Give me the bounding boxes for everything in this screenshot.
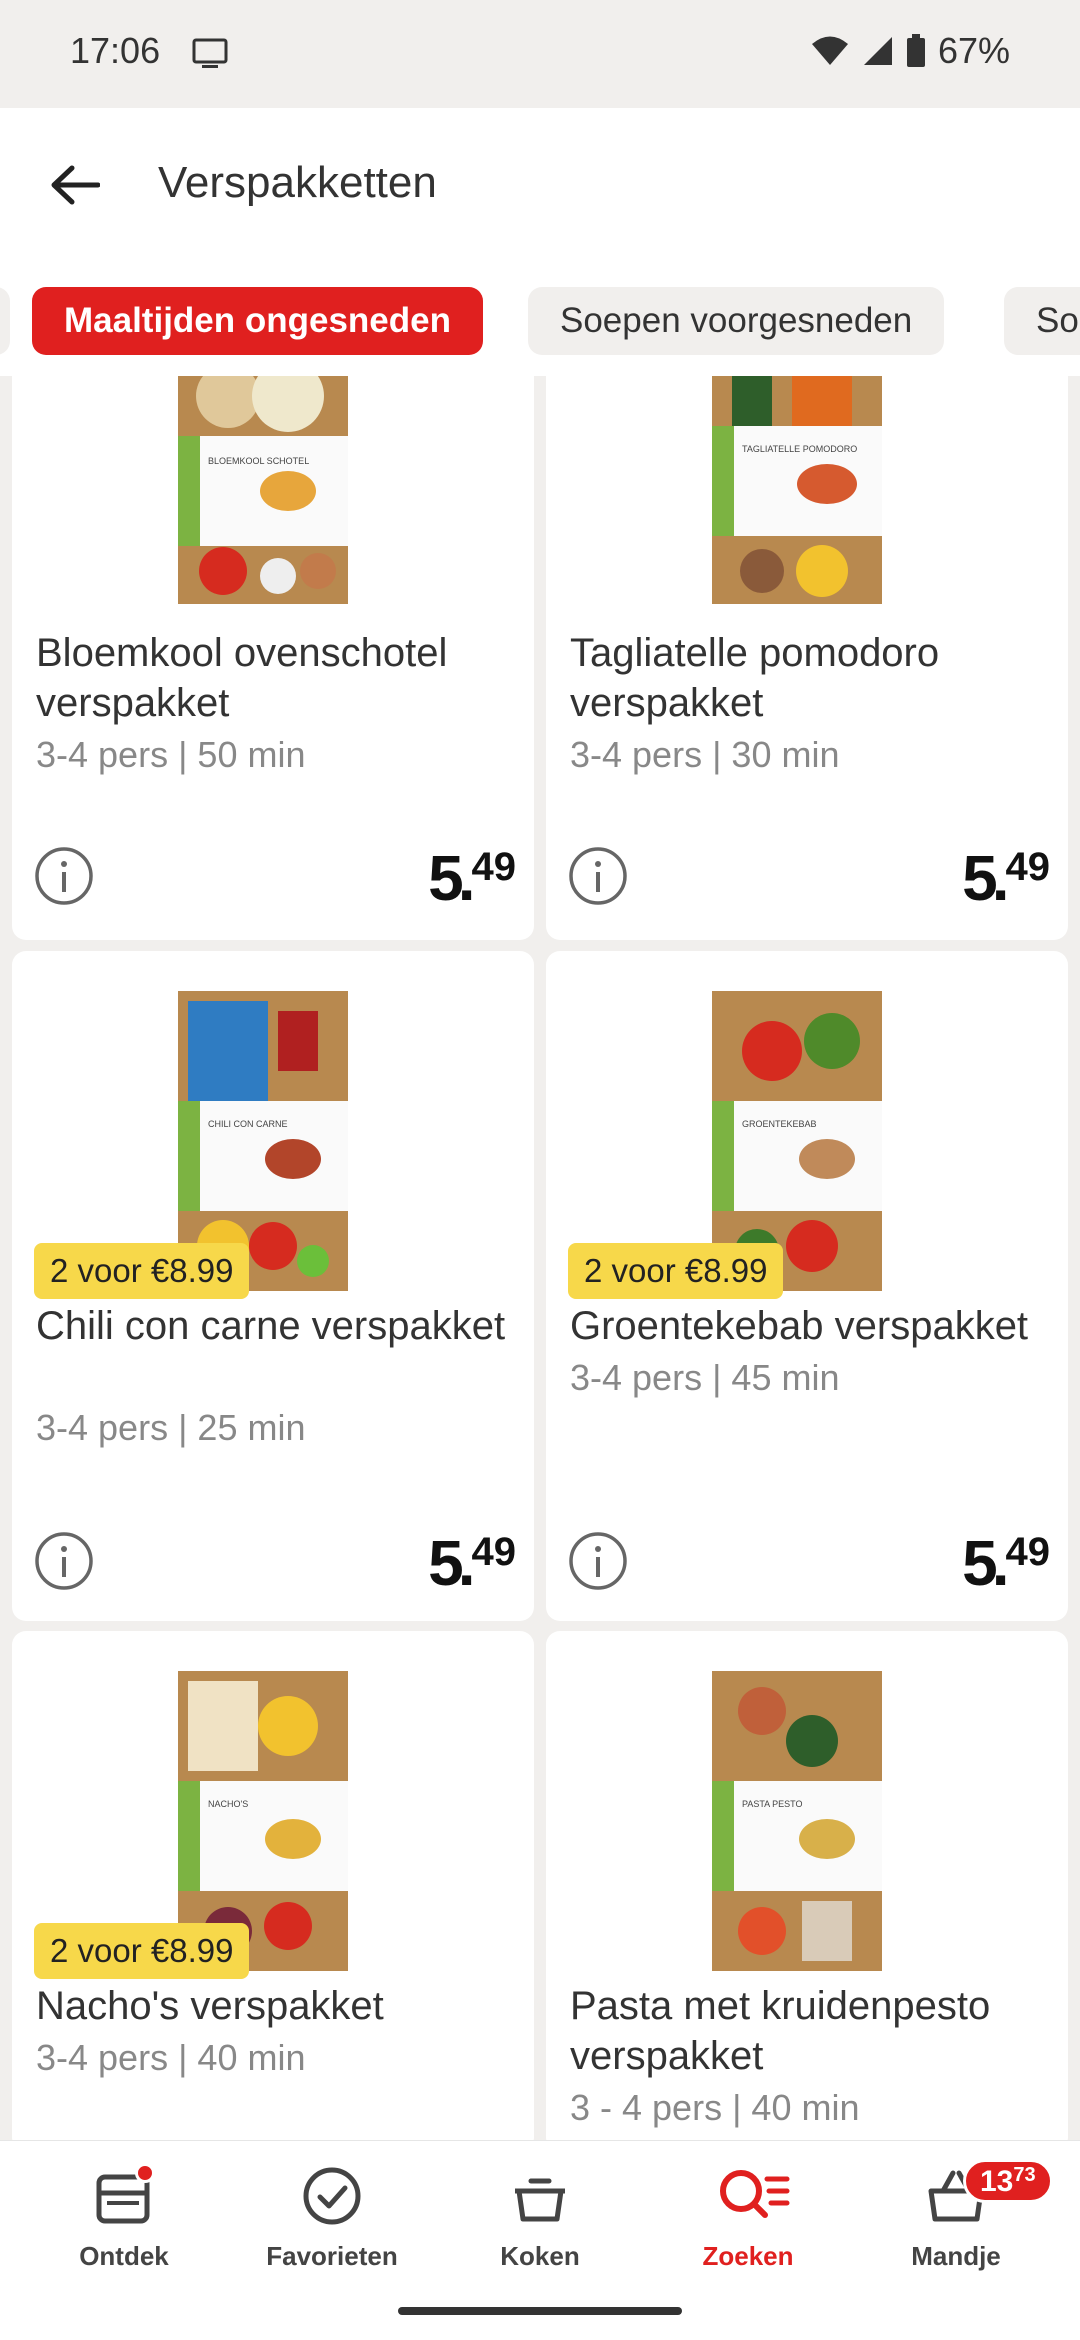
product-card[interactable]: TAGLIATELLE POMODORO Tagliatelle pomodor… bbox=[546, 376, 1068, 940]
nav-zoeken[interactable]: Zoeken bbox=[658, 2161, 838, 2291]
promo-badge: 2 voor €8.99 bbox=[34, 1243, 250, 1299]
product-meta: 3 - 4 pers | 40 min bbox=[570, 2087, 860, 2128]
product-card[interactable]: NACHO'S 2 voor €8.99 Nacho's verspakket … bbox=[12, 1631, 534, 2140]
product-name[interactable]: Tagliatelle pomodoro verspakket bbox=[570, 628, 1060, 728]
product-name[interactable]: Bloemkool ovenschotel verspakket bbox=[36, 628, 526, 728]
product-name[interactable]: Chili con carne verspakket bbox=[36, 1301, 526, 1351]
wifi-icon bbox=[811, 36, 848, 65]
battery-icon bbox=[906, 34, 925, 67]
product-price: 5. 49 bbox=[962, 1527, 1050, 1599]
back-arrow-icon bbox=[51, 165, 100, 205]
chip-partial-left[interactable] bbox=[0, 287, 10, 355]
product-meta: 3-4 pers | 50 min bbox=[36, 734, 306, 775]
cast-screen-icon bbox=[192, 38, 228, 68]
product-card[interactable]: GROENTEKEBAB 2 voor €8.99 Groentekebab v… bbox=[546, 951, 1068, 1621]
status-bar: 17:06 67% bbox=[0, 0, 1080, 108]
check-circle-icon bbox=[303, 2167, 361, 2225]
product-card[interactable]: BLOEMKOOL SCHOTEL Bloemkool ovenschotel … bbox=[12, 376, 534, 940]
nav-ontdek[interactable]: Ontdek bbox=[34, 2161, 214, 2291]
notification-dot bbox=[135, 2163, 155, 2183]
product-grid: BLOEMKOOL SCHOTEL Bloemkool ovenschotel … bbox=[0, 376, 1080, 2140]
product-price: 5. 49 bbox=[428, 1527, 516, 1599]
svg-text:GROENTEKEBAB: GROENTEKEBAB bbox=[742, 1119, 817, 1129]
page-title: Verspakketten bbox=[158, 158, 437, 207]
product-price: 5. 49 bbox=[962, 842, 1050, 914]
search-list-icon bbox=[720, 2170, 790, 2218]
cooking-pot-icon bbox=[515, 2178, 565, 2222]
product-card[interactable]: CHILI CON CARNE 2 voor €8.99 Chili con c… bbox=[12, 951, 534, 1621]
product-image: TAGLIATELLE POMODORO bbox=[712, 376, 882, 604]
svg-text:NACHO'S: NACHO'S bbox=[208, 1799, 248, 1809]
info-icon[interactable] bbox=[568, 1531, 628, 1591]
status-indicators: 67% bbox=[810, 30, 1010, 72]
nav-favorieten[interactable]: Favorieten bbox=[242, 2161, 422, 2291]
info-icon[interactable] bbox=[34, 846, 94, 906]
svg-text:PASTA PESTO: PASTA PESTO bbox=[742, 1799, 803, 1809]
nav-mandje[interactable]: 13 73 Mandje bbox=[866, 2159, 1053, 2291]
app-header: Verspakketten bbox=[0, 108, 1080, 278]
product-meta: 3-4 pers | 45 min bbox=[570, 1357, 840, 1398]
svg-text:CHILI CON CARNE: CHILI CON CARNE bbox=[208, 1119, 288, 1129]
product-meta: 3-4 pers | 30 min bbox=[570, 734, 840, 775]
cart-total-badge: 13 73 bbox=[963, 2159, 1053, 2203]
chip-partial-right[interactable]: So bbox=[1004, 287, 1080, 355]
promo-badge: 2 voor €8.99 bbox=[568, 1243, 784, 1299]
home-indicator[interactable] bbox=[398, 2307, 682, 2315]
chip-maaltijden-ongesneden[interactable]: Maaltijden ongesneden bbox=[32, 287, 483, 355]
signal-icon bbox=[863, 37, 892, 65]
back-button[interactable] bbox=[40, 150, 110, 220]
promo-badge: 2 voor €8.99 bbox=[34, 1923, 250, 1979]
info-icon[interactable] bbox=[568, 846, 628, 906]
nav-koken[interactable]: Koken bbox=[450, 2161, 630, 2291]
product-image: BLOEMKOOL SCHOTEL bbox=[178, 376, 348, 604]
product-name[interactable]: Pasta met kruidenpesto verspakket bbox=[570, 1981, 1060, 2081]
product-name[interactable]: Nacho's verspakket bbox=[36, 1981, 526, 2031]
product-name[interactable]: Groentekebab verspakket bbox=[570, 1301, 1060, 1351]
status-time: 17:06 bbox=[70, 30, 161, 71]
product-price: 5. 49 bbox=[428, 842, 516, 914]
product-card[interactable]: PASTA PESTO Pasta met kruidenpesto versp… bbox=[546, 1631, 1068, 2140]
product-meta: 3-4 pers | 40 min bbox=[36, 2037, 306, 2078]
product-image: PASTA PESTO bbox=[712, 1671, 882, 1971]
product-meta: 3-4 pers | 25 min bbox=[36, 1407, 306, 1448]
chip-soepen-voorgesneden[interactable]: Soepen voorgesneden bbox=[528, 287, 945, 355]
svg-text:BLOEMKOOL SCHOTEL: BLOEMKOOL SCHOTEL bbox=[208, 456, 309, 466]
battery-percentage: 67% bbox=[937, 30, 1010, 71]
category-chips: Maaltijden ongesneden Soepen voorgesnede… bbox=[0, 278, 1080, 376]
info-icon[interactable] bbox=[34, 1531, 94, 1591]
svg-text:TAGLIATELLE POMODORO: TAGLIATELLE POMODORO bbox=[742, 444, 857, 454]
